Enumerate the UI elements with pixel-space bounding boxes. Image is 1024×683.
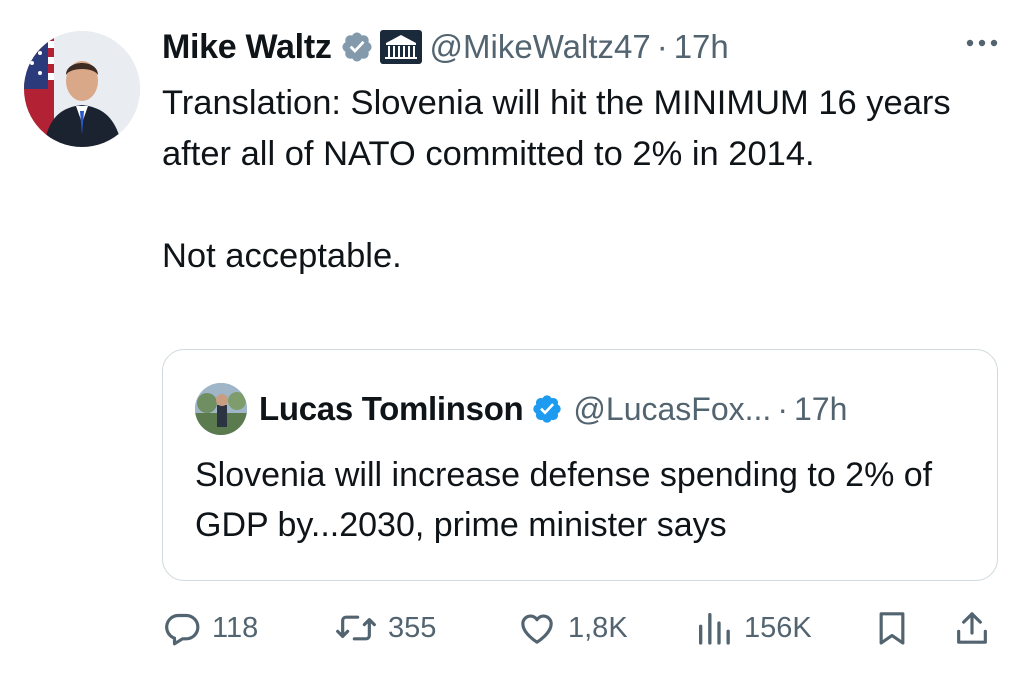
repost-button[interactable]: 355 [334,602,436,654]
bookmark-button[interactable] [872,602,912,654]
share-icon [952,607,992,649]
author-handle[interactable]: @MikeWaltz47 [430,28,651,66]
tweet-timestamp[interactable]: 17h [674,28,729,66]
quoted-author-avatar[interactable] [195,383,247,435]
quoted-tweet[interactable]: Lucas Tomlinson @LucasFox... · 17h Slove… [162,349,998,581]
reply-bubble-icon [162,608,202,648]
more-dots-icon[interactable] [960,28,1004,58]
like-count: 1,8K [568,611,628,644]
quoted-header-separator: · [777,390,788,427]
repost-arrows-icon [334,608,378,648]
tweet-text: Translation: Slovenia will hit the MINIM… [162,84,951,275]
views-count: 156K [744,611,812,644]
views-bars-icon [694,608,734,648]
quoted-tweet-text: Slovenia will increase defense spending … [195,456,933,544]
quoted-tweet-timestamp[interactable]: 17h [794,391,847,428]
reply-count: 118 [212,611,259,644]
tweet-header: Mike Waltz @MikeWaltz47 · 17h [162,22,1004,72]
reply-button[interactable]: 118 [162,602,258,654]
quoted-tweet-header: Lucas Tomlinson @LucasFox... · 17h [195,382,977,436]
bookmark-icon [872,607,912,649]
views-button[interactable]: 156K [694,602,812,654]
verified-badge-icon[interactable] [340,30,374,64]
tweet-action-bar: 118 355 1,8K 156K [162,602,998,654]
author-avatar[interactable] [24,31,140,147]
government-building-badge-icon[interactable] [379,30,422,64]
header-separator: · [656,28,668,65]
share-button[interactable] [952,602,992,654]
author-name[interactable]: Mike Waltz [162,28,332,67]
verified-badge-icon[interactable] [531,393,563,425]
heart-icon [516,608,558,648]
quoted-author-handle[interactable]: @LucasFox... [573,391,771,428]
quoted-author-name[interactable]: Lucas Tomlinson [259,390,524,428]
repost-count: 355 [388,611,437,644]
like-button[interactable]: 1,8K [516,602,628,654]
